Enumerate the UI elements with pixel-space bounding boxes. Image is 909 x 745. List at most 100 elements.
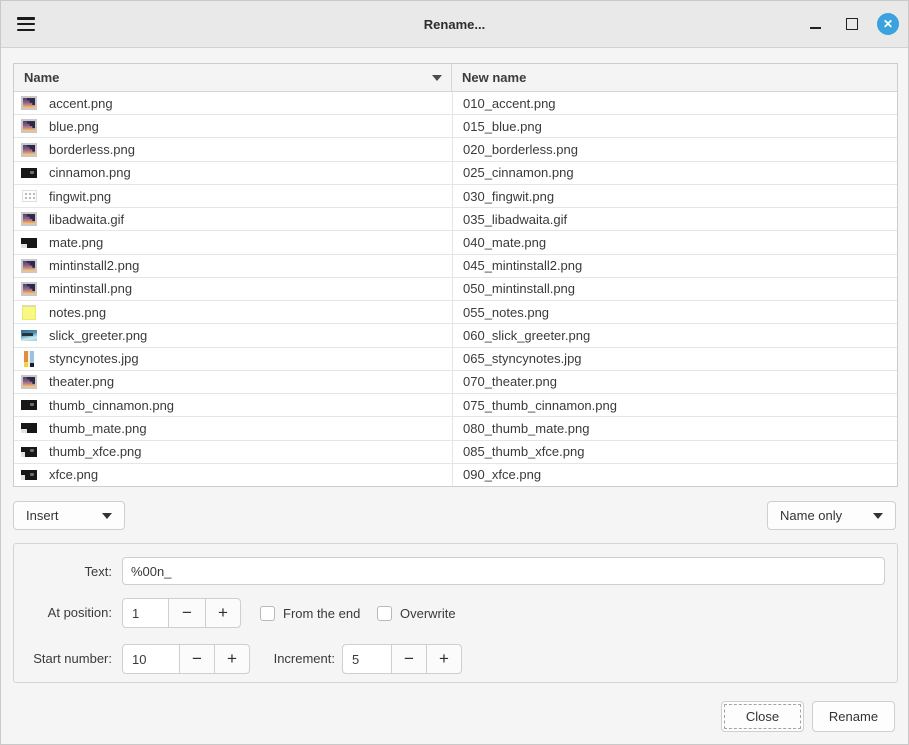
new-name-cell: 030_fingwit.png [452,185,897,207]
text-label: Text: [14,564,112,579]
file-name: fingwit.png [49,189,111,204]
file-name: mate.png [49,235,103,250]
minimize-icon[interactable] [803,12,827,36]
new-name-cell: 040_mate.png [452,231,897,253]
table-row[interactable]: accent.png 010_accent.png [14,92,897,115]
from-the-end-checkbox[interactable]: From the end [260,599,360,627]
name-cell: xfce.png [14,464,452,486]
file-thumbnail-icon [21,259,37,273]
titlebar: Rename... ✕ [1,1,908,48]
new-name-cell: 045_mintinstall2.png [452,255,897,277]
file-name: accent.png [49,96,113,111]
file-name: notes.png [49,305,106,320]
operation-dropdown-label: Insert [26,508,59,523]
minus-icon: − [404,649,414,669]
start-number-label: Start number: [14,651,112,666]
insert-options-panel: Text: At position: − + From the end Over… [13,543,898,683]
name-cell: libadwaita.gif [14,208,452,230]
new-name-cell: 065_styncynotes.jpg [452,348,897,370]
new-name-cell: 035_libadwaita.gif [452,208,897,230]
file-new-name: 020_borderless.png [463,142,578,157]
table-row[interactable]: cinnamon.png 025_cinnamon.png [14,162,897,185]
file-thumbnail-icon [21,212,37,226]
table-row[interactable]: libadwaita.gif 035_libadwaita.gif [14,208,897,231]
at-position-spinner: − + [122,598,241,628]
hamburger-menu-icon[interactable] [17,17,35,31]
name-cell: mintinstall2.png [14,255,452,277]
start-number-input[interactable] [122,644,180,674]
increment-plus-button[interactable]: + [426,644,462,674]
table-row[interactable]: borderless.png 020_borderless.png [14,138,897,161]
new-name-cell: 050_mintinstall.png [452,278,897,300]
table-row[interactable]: notes.png 055_notes.png [14,301,897,324]
table-row[interactable]: mintinstall2.png 045_mintinstall2.png [14,255,897,278]
file-new-name: 075_thumb_cinnamon.png [463,398,617,413]
start-number-minus-button[interactable]: − [179,644,215,674]
close-button[interactable]: Close [721,701,804,732]
maximize-icon[interactable] [840,12,864,36]
file-name: thumb_mate.png [49,421,147,436]
column-header-name[interactable]: Name [14,64,452,91]
at-position-input[interactable] [122,598,169,628]
file-name: thumb_cinnamon.png [49,398,174,413]
new-name-cell: 010_accent.png [452,92,897,114]
new-name-cell: 080_thumb_mate.png [452,417,897,439]
table-row[interactable]: thumb_mate.png 080_thumb_mate.png [14,417,897,440]
file-thumbnail-icon [22,305,36,320]
start-number-plus-button[interactable]: + [214,644,250,674]
file-thumbnail-icon [21,119,37,133]
table-row[interactable]: xfce.png 090_xfce.png [14,464,897,486]
name-cell: notes.png [14,301,452,323]
table-row[interactable]: slick_greeter.png 060_slick_greeter.png [14,324,897,347]
chevron-down-icon [102,513,112,519]
new-name-cell: 070_theater.png [452,371,897,393]
table-row[interactable]: theater.png 070_theater.png [14,371,897,394]
table-row[interactable]: mate.png 040_mate.png [14,231,897,254]
from-the-end-label: From the end [283,606,360,621]
overwrite-label: Overwrite [400,606,456,621]
name-cell: borderless.png [14,138,452,160]
close-button-label: Close [746,709,779,724]
operation-dropdown[interactable]: Insert [13,501,125,530]
name-cell: styncynotes.jpg [14,348,452,370]
file-name: styncynotes.jpg [49,351,139,366]
table-row[interactable]: thumb_cinnamon.png 075_thumb_cinnamon.pn… [14,394,897,417]
table-row[interactable]: styncynotes.jpg 065_styncynotes.jpg [14,348,897,371]
table-row[interactable]: blue.png 015_blue.png [14,115,897,138]
column-header-new-name-label: New name [462,70,526,85]
scope-dropdown[interactable]: Name only [767,501,896,530]
name-cell: thumb_cinnamon.png [14,394,452,416]
increment-minus-button[interactable]: − [391,644,427,674]
file-table: Name New name accent.png 010_accent.png … [13,63,898,487]
file-thumbnail-icon [21,400,37,410]
chevron-down-icon [873,513,883,519]
new-name-cell: 060_slick_greeter.png [452,324,897,346]
column-header-new-name[interactable]: New name [452,64,897,91]
sort-descending-icon [432,75,442,81]
overwrite-checkbox[interactable]: Overwrite [377,599,456,627]
at-position-minus-button[interactable]: − [168,598,206,628]
file-name: mintinstall.png [49,281,132,296]
table-row[interactable]: fingwit.png 030_fingwit.png [14,185,897,208]
table-row[interactable]: thumb_xfce.png 085_thumb_xfce.png [14,441,897,464]
at-position-plus-button[interactable]: + [205,598,241,628]
file-thumbnail-icon [22,190,37,202]
table-row[interactable]: mintinstall.png 050_mintinstall.png [14,278,897,301]
file-new-name: 045_mintinstall2.png [463,258,582,273]
increment-input[interactable] [342,644,392,674]
at-position-label: At position: [14,605,112,620]
file-name: theater.png [49,374,114,389]
file-thumbnail-icon [21,143,37,157]
rename-button[interactable]: Rename [812,701,895,732]
file-thumbnail-icon [21,423,37,433]
new-name-cell: 075_thumb_cinnamon.png [452,394,897,416]
text-input[interactable] [122,557,885,585]
file-table-body: accent.png 010_accent.png blue.png 015_b… [14,92,897,486]
file-thumbnail-icon [21,470,37,480]
file-new-name: 065_styncynotes.jpg [463,351,582,366]
close-window-icon[interactable]: ✕ [877,13,899,35]
table-header: Name New name [14,64,897,92]
name-cell: mintinstall.png [14,278,452,300]
file-new-name: 070_theater.png [463,374,557,389]
name-cell: accent.png [14,92,452,114]
